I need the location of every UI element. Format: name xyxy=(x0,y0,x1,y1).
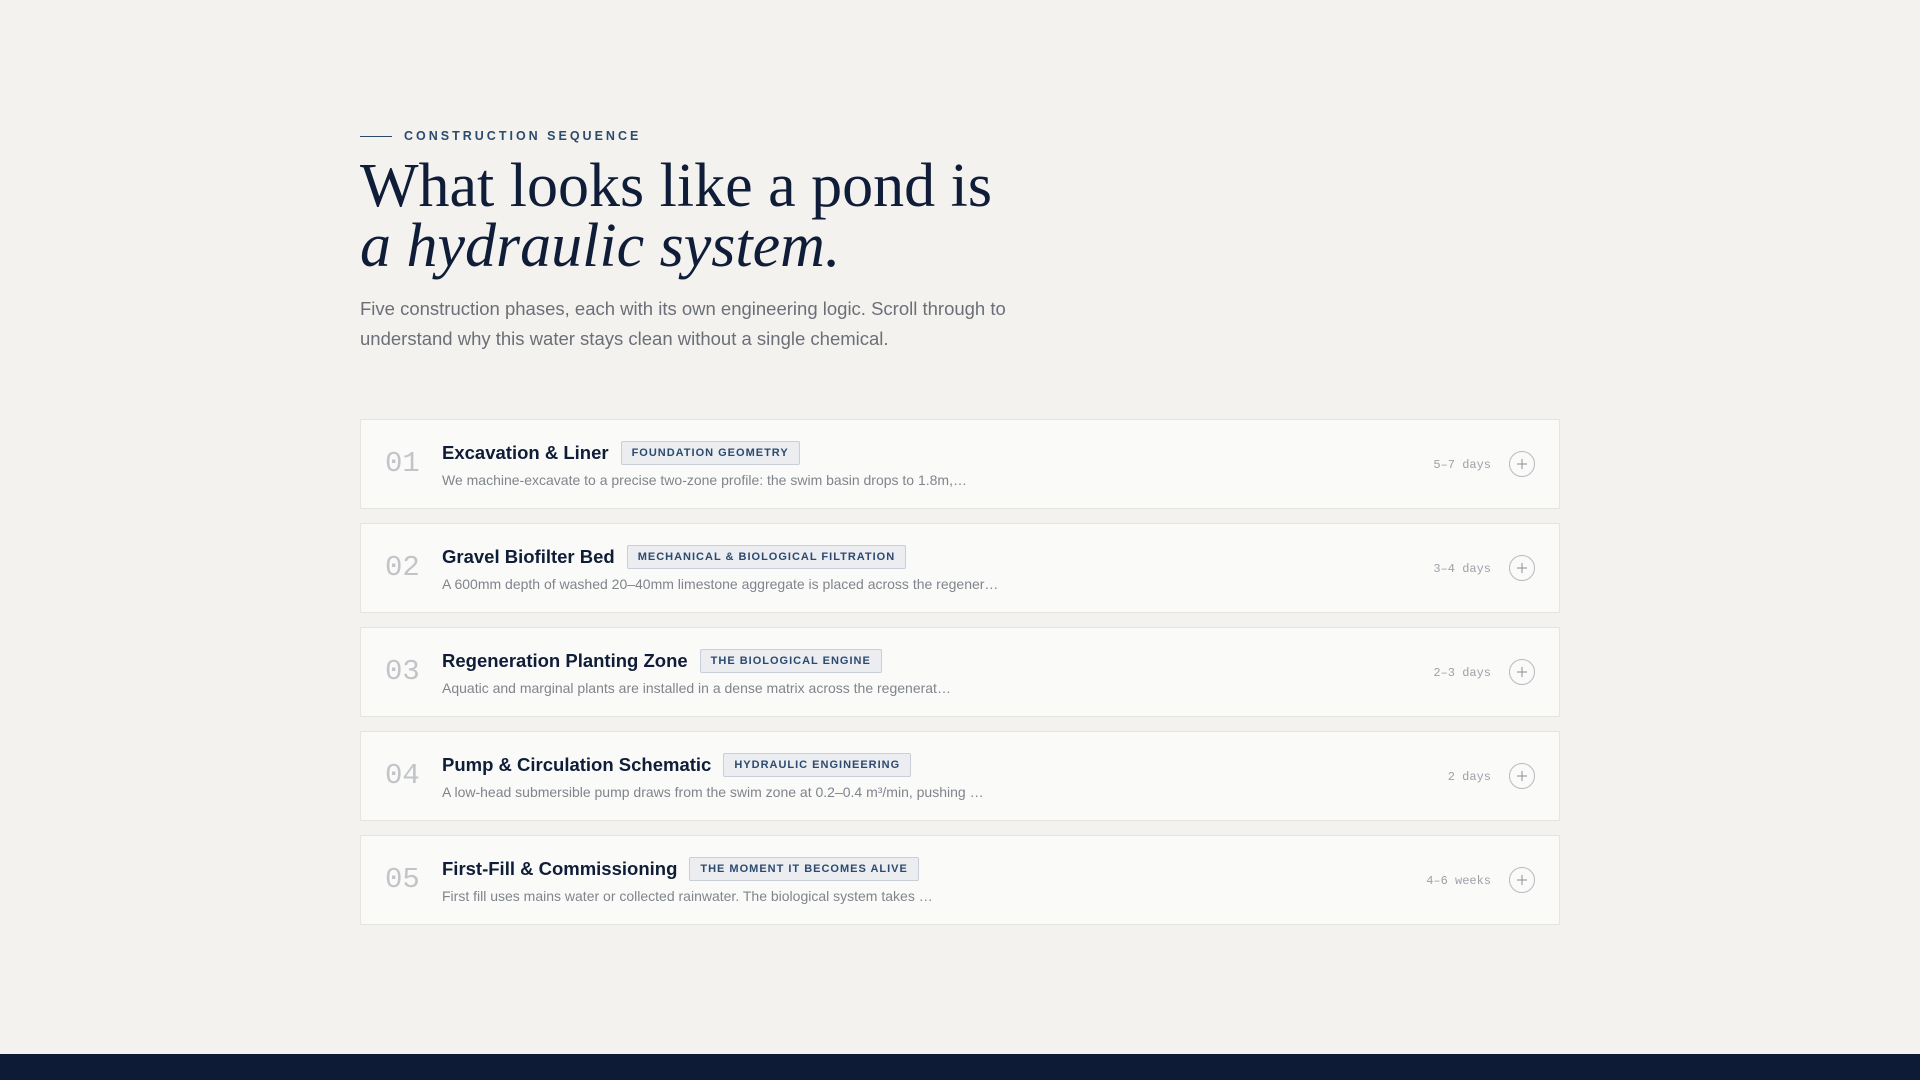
phase-row-03[interactable]: 03 Regeneration Planting Zone THE BIOLOG… xyxy=(360,627,1560,717)
phase-description: Aquatic and marginal plants are installe… xyxy=(442,680,951,696)
phase-heading: Regeneration Planting Zone THE BIOLOGICA… xyxy=(442,648,882,674)
phase-duration: 4–6 weeks xyxy=(1426,874,1491,888)
phase-tag: FOUNDATION GEOMETRY xyxy=(620,441,800,465)
eyebrow-rule xyxy=(360,135,392,137)
expand-button[interactable] xyxy=(1509,555,1535,581)
phase-title: Regeneration Planting Zone xyxy=(442,650,688,671)
plus-icon xyxy=(1517,563,1527,573)
eyebrow: CONSTRUCTION SEQUENCE xyxy=(360,128,641,144)
footer-bar xyxy=(0,1054,1920,1080)
phase-number: 04 xyxy=(385,759,420,792)
phase-description: First fill uses mains water or collected… xyxy=(442,888,933,904)
phase-row-04[interactable]: 04 Pump & Circulation Schematic HYDRAULI… xyxy=(360,731,1560,821)
phase-row-05[interactable]: 05 First-Fill & Commissioning THE MOMENT… xyxy=(360,835,1560,925)
phase-heading: Excavation & Liner FOUNDATION GEOMETRY xyxy=(442,440,800,466)
phase-duration: 2–3 days xyxy=(1433,666,1491,680)
phase-title: Gravel Biofilter Bed xyxy=(442,546,615,567)
phase-title: Excavation & Liner xyxy=(442,442,609,463)
expand-button[interactable] xyxy=(1509,763,1535,789)
phase-tag: THE MOMENT IT BECOMES ALIVE xyxy=(689,857,919,881)
phase-row-01[interactable]: 01 Excavation & Liner FOUNDATION GEOMETR… xyxy=(360,419,1560,509)
phase-row-02[interactable]: 02 Gravel Biofilter Bed MECHANICAL & BIO… xyxy=(360,523,1560,613)
phase-description: A 600mm depth of washed 20–40mm limeston… xyxy=(442,576,999,592)
plus-icon xyxy=(1517,667,1527,677)
phase-title: Pump & Circulation Schematic xyxy=(442,754,712,775)
phase-description: A low-head submersible pump draws from t… xyxy=(442,784,984,800)
phase-number: 01 xyxy=(385,447,420,480)
expand-button[interactable] xyxy=(1509,451,1535,477)
expand-button[interactable] xyxy=(1509,867,1535,893)
plus-icon xyxy=(1517,771,1527,781)
phase-duration: 5–7 days xyxy=(1433,458,1491,472)
phase-duration: 3–4 days xyxy=(1433,562,1491,576)
phase-number: 05 xyxy=(385,863,420,896)
phase-heading: Pump & Circulation Schematic HYDRAULIC E… xyxy=(442,752,912,778)
phase-heading: First-Fill & Commissioning THE MOMENT IT… xyxy=(442,856,919,882)
phase-tag: MECHANICAL & BIOLOGICAL FILTRATION xyxy=(626,545,907,569)
page-title-line-2: a hydraulic system. xyxy=(360,212,841,280)
phase-heading: Gravel Biofilter Bed MECHANICAL & BIOLOG… xyxy=(442,544,907,570)
plus-icon xyxy=(1517,459,1527,469)
phase-tag: HYDRAULIC ENGINEERING xyxy=(723,753,912,777)
phase-number: 02 xyxy=(385,551,420,584)
page-title: What looks like a pond is a hydraulic sy… xyxy=(360,152,992,280)
phase-tag: THE BIOLOGICAL ENGINE xyxy=(699,649,882,673)
phase-number: 03 xyxy=(385,655,420,688)
phase-duration: 2 days xyxy=(1447,770,1491,784)
plus-icon xyxy=(1517,875,1527,885)
phase-title: First-Fill & Commissioning xyxy=(442,858,678,879)
intro-paragraph: Five construction phases, each with its … xyxy=(360,298,1006,349)
phase-list: 01 Excavation & Liner FOUNDATION GEOMETR… xyxy=(360,419,1560,939)
eyebrow-label: CONSTRUCTION SEQUENCE xyxy=(404,129,642,143)
phase-description: We machine-excavate to a precise two-zon… xyxy=(442,472,967,488)
expand-button[interactable] xyxy=(1509,659,1535,685)
page-title-line-1: What looks like a pond is xyxy=(360,152,992,220)
